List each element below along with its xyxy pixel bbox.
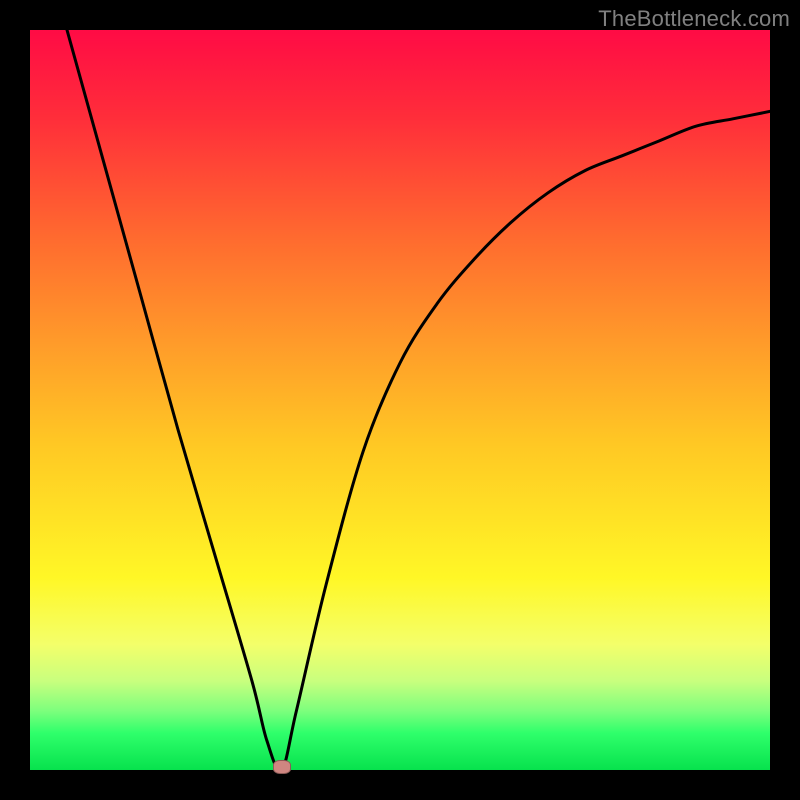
optimal-point-marker xyxy=(273,760,291,774)
curve-layer xyxy=(30,30,770,770)
bottleneck-curve xyxy=(67,30,770,770)
chart-frame: TheBottleneck.com xyxy=(0,0,800,800)
watermark-text: TheBottleneck.com xyxy=(598,6,790,32)
